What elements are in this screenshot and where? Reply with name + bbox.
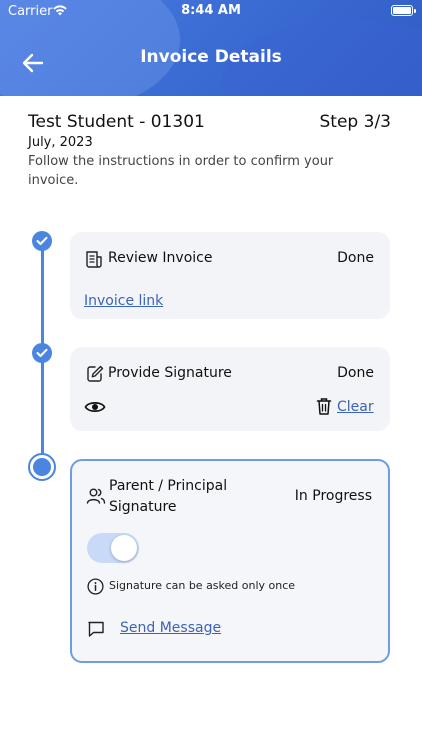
step-status: Done (337, 250, 374, 266)
check-icon (36, 348, 48, 357)
student-name: Test Student - 01301 (28, 112, 205, 132)
clock: 8:44 AM (181, 3, 241, 18)
step-status: In Progress (294, 488, 372, 504)
step-title-line-2: Signature (109, 499, 177, 515)
app-header: Carrier 8:44 AM Invoice Details (0, 0, 422, 96)
clear-signature-button[interactable]: Clear (337, 399, 374, 415)
trash-icon[interactable] (316, 397, 332, 416)
users-icon (86, 488, 106, 504)
step-title: Review Invoice (108, 250, 213, 266)
timeline-connector (41, 250, 44, 345)
step-complete-indicator (32, 231, 52, 251)
info-icon (87, 578, 104, 595)
step-complete-indicator (32, 343, 52, 363)
status-bar: Carrier 8:44 AM (0, 0, 422, 24)
send-message-button[interactable]: Send Message (120, 620, 221, 636)
eye-icon[interactable] (84, 399, 106, 415)
receipt-icon (86, 251, 102, 268)
step-status: Done (337, 365, 374, 381)
instructions-text: Follow the instructions in order to conf… (28, 154, 334, 188)
signature-note: Signature can be asked only once (109, 579, 296, 592)
page-title: Invoice Details (140, 47, 282, 67)
step-title-line-1: Parent / Principal (109, 478, 228, 494)
edit-document-icon (87, 365, 104, 382)
step-indicator: Step 3/3 (319, 112, 391, 132)
step-card-provide-signature: Provide Signature Done Clear (70, 347, 390, 431)
step-title: Provide Signature (108, 365, 232, 381)
invoice-date: July, 2023 (28, 135, 93, 150)
message-icon (88, 621, 104, 637)
request-signature-toggle[interactable] (87, 533, 139, 563)
invoice-link[interactable]: Invoice link (84, 293, 163, 309)
step-card-parent-signature: Parent / Principal Signature In Progress… (70, 459, 390, 663)
timeline-connector (41, 362, 44, 454)
check-icon (36, 236, 48, 245)
step-active-indicator (28, 453, 56, 481)
battery-icon (391, 5, 416, 16)
step-card-review-invoice: Review Invoice Done Invoice link (70, 232, 390, 319)
